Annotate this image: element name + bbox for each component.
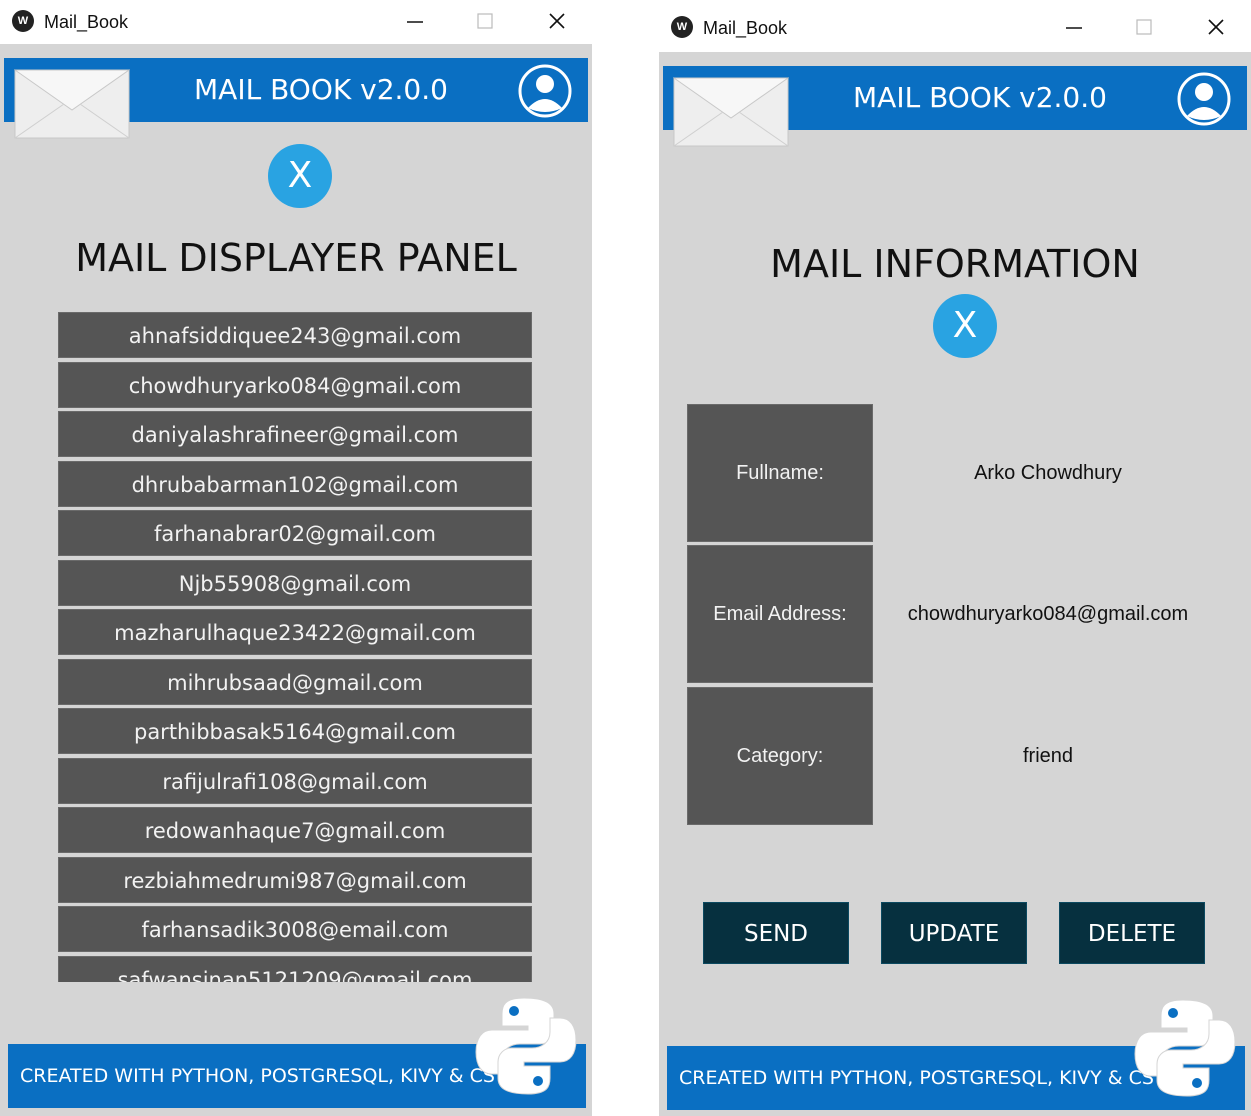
close-icon	[549, 13, 565, 29]
email-list-item[interactable]: safwansinan5121209@gmail.com	[58, 955, 532, 982]
kivy-app-icon: W	[12, 10, 34, 32]
email-address-label: Email Address:	[687, 545, 873, 683]
delete-button[interactable]: DELETE	[1059, 902, 1205, 964]
close-panel-button[interactable]: X	[268, 144, 332, 208]
email-list-item[interactable]: farhanabrar02@gmail.com	[58, 510, 532, 556]
envelope-icon	[672, 76, 790, 153]
app-title: MAIL BOOK v2.0.0	[853, 81, 1107, 114]
email-list-item[interactable]: ahnafsiddiquee243@gmail.com	[58, 312, 532, 358]
app-content: MAIL BOOK v2.0.0 MAIL INFORMATION X Full…	[659, 52, 1251, 1116]
email-list-item[interactable]: rafijulrafi108@gmail.com	[58, 757, 532, 804]
email-list-item[interactable]: mazharulhaque23422@gmail.com	[58, 609, 532, 655]
category-value: friend	[1022, 744, 1074, 767]
email-list-item[interactable]: redowanhaque7@gmail.com	[58, 807, 532, 853]
mail-displayer-window: W Mail_Book MAIL BOOK v2.0.0 X MAIL DISP…	[0, 0, 592, 1116]
minimize-icon	[407, 21, 423, 23]
python-logo-icon	[474, 994, 578, 1103]
email-list-item[interactable]: chowdhuryarko084@gmail.com	[58, 361, 532, 408]
panel-title: MAIL DISPLAYER PANEL	[75, 236, 517, 280]
email-address-value: chowdhuryarko084@gmail.com	[907, 602, 1189, 625]
fullname-label: Fullname:	[687, 404, 873, 542]
email-list-item[interactable]: parthibbasak5164@gmail.com	[58, 708, 532, 754]
close-panel-button[interactable]: X	[933, 294, 997, 358]
email-list-item[interactable]: daniyalashrafineer@gmail.com	[58, 411, 532, 457]
window-title: Mail_Book	[703, 18, 788, 38]
minimize-button[interactable]	[1051, 12, 1097, 42]
user-avatar-icon[interactable]	[1177, 72, 1231, 131]
footer-text: CREATED WITH PYTHON, POSTGRESQL, KIVY & …	[20, 1065, 508, 1087]
email-list[interactable]: ahnafsiddiquee243@gmail.com chowdhuryark…	[58, 312, 532, 982]
email-list-item[interactable]: Njb55908@gmail.com	[58, 559, 532, 606]
email-list-item[interactable]: rezbiahmedrumi987@gmail.com	[58, 856, 532, 903]
app-content: MAIL BOOK v2.0.0 X MAIL DISPLAYER PANEL …	[0, 44, 592, 1116]
user-avatar-icon[interactable]	[518, 64, 572, 123]
title-bar[interactable]: W Mail_Book	[659, 6, 1251, 50]
email-list-item[interactable]: mihrubsaad@gmail.com	[58, 658, 532, 705]
email-list-item[interactable]: farhansadik3008@email.com	[58, 906, 532, 952]
minimize-button[interactable]	[392, 6, 438, 36]
panel-title: MAIL INFORMATION	[770, 242, 1140, 286]
maximize-button[interactable]	[1121, 12, 1167, 42]
kivy-app-icon: W	[671, 16, 693, 38]
category-label: Category:	[687, 687, 873, 825]
python-logo-icon	[1133, 996, 1237, 1105]
close-window-button[interactable]	[1193, 12, 1239, 42]
mail-information-window: W Mail_Book MAIL BOOK v2.0.0 MAIL INFORM…	[659, 0, 1251, 1116]
app-title: MAIL BOOK v2.0.0	[194, 73, 448, 106]
footer-text: CREATED WITH PYTHON, POSTGRESQL, KIVY & …	[679, 1067, 1167, 1089]
maximize-icon	[1136, 19, 1152, 35]
send-button[interactable]: SEND	[703, 902, 849, 964]
minimize-icon	[1066, 27, 1082, 29]
title-bar[interactable]: W Mail_Book	[0, 0, 592, 44]
maximize-button[interactable]	[462, 6, 508, 36]
update-button[interactable]: UPDATE	[881, 902, 1027, 964]
maximize-icon	[477, 13, 493, 29]
window-title: Mail_Book	[44, 12, 129, 32]
email-list-item[interactable]: dhrubabarman102@gmail.com	[58, 460, 532, 507]
fullname-value: Arko Chowdhury	[974, 461, 1122, 484]
close-window-button[interactable]	[534, 6, 580, 36]
envelope-icon	[13, 68, 131, 145]
close-icon	[1208, 19, 1224, 35]
